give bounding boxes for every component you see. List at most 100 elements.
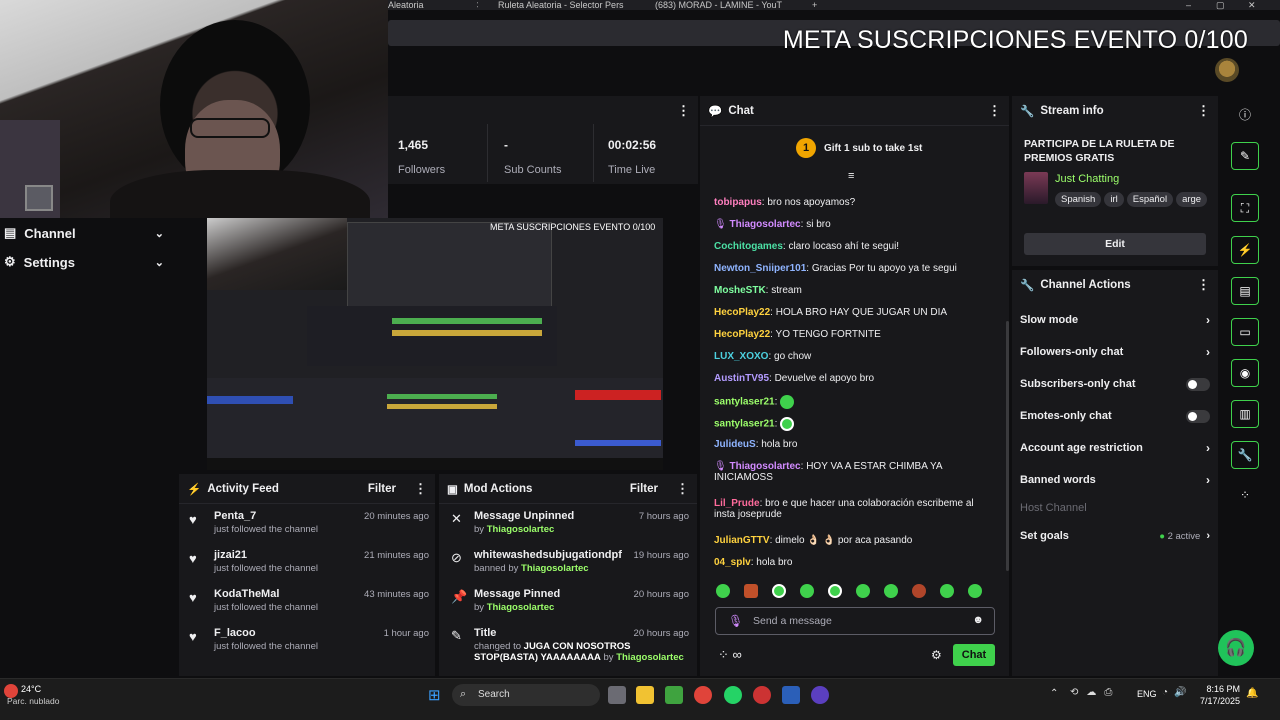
chat-message[interactable]: 🎙 Thiagosolartec: si bro xyxy=(714,219,831,230)
category-thumbnail[interactable] xyxy=(1024,172,1048,204)
notification-bell-icon[interactable]: 🔔 xyxy=(1246,688,1258,699)
close-window-icon[interactable]: ✕ xyxy=(1248,0,1258,10)
emote-icon[interactable] xyxy=(968,584,982,598)
task-view-icon[interactable] xyxy=(608,686,626,704)
more-icon[interactable]: ⋮ xyxy=(1197,103,1210,119)
chat-message[interactable]: 04_splv: hola bro xyxy=(714,557,792,568)
minimize-icon[interactable]: – xyxy=(1186,0,1196,10)
chat-message[interactable]: Cochitogames: claro locaso ahí te segui! xyxy=(714,241,899,252)
wrench-icon[interactable]: 🔧 xyxy=(1231,441,1259,469)
more-icon[interactable]: ⋮ xyxy=(414,481,427,497)
chat-message[interactable]: JulideuS: hola bro xyxy=(714,439,797,450)
stream-preview[interactable] xyxy=(207,218,663,470)
mod-action-item[interactable]: 📌 Message Pinned by Thiagosolartec 20 ho… xyxy=(439,582,697,621)
taskbar-search[interactable]: Search xyxy=(452,684,600,706)
file-explorer-icon[interactable] xyxy=(636,686,654,704)
chat-username[interactable]: MosheSTK xyxy=(714,285,766,296)
nav-channel[interactable]: ▤ Channel ⌄ xyxy=(0,219,178,247)
filter-lines-icon[interactable]: ≡ xyxy=(848,170,854,182)
network-volume-icons[interactable]: ◔🔊 xyxy=(1162,687,1193,698)
layout-icon[interactable]: ▥ xyxy=(1231,400,1259,428)
chat-message[interactable]: 🎙 Thiagosolartec: HOY VA A ESTAR CHIMBA … xyxy=(714,461,943,483)
chat-message[interactable]: Newton_Sniiper101: Gracias Por tu apoyo … xyxy=(714,263,957,274)
emotes-only-toggle[interactable] xyxy=(1186,409,1210,423)
browser-tab[interactable]: (683) MORAD - LAMINE - YouT xyxy=(655,0,805,10)
apps-icon[interactable]: ⁘ xyxy=(1231,482,1259,510)
app-icon[interactable] xyxy=(811,686,829,704)
emote-icon[interactable] xyxy=(772,584,786,598)
chat-username[interactable]: HecoPlay22 xyxy=(714,307,770,318)
chrome-icon[interactable] xyxy=(694,686,712,704)
chat-username[interactable]: tobipapus xyxy=(714,197,762,208)
chat-message[interactable]: HecoPlay22: YO TENGO FORTNITE xyxy=(714,329,881,340)
gear-icon[interactable]: ⚙ xyxy=(931,648,942,662)
emote-icon[interactable] xyxy=(912,584,926,598)
notes-icon[interactable]: ▤ xyxy=(1231,277,1259,305)
more-icon[interactable]: ⋮ xyxy=(988,103,1001,119)
tray-icons[interactable]: ⟲☁⎙ xyxy=(1070,687,1120,698)
emote-icon[interactable] xyxy=(744,584,758,598)
support-chat-icon[interactable]: 🎧 xyxy=(1218,630,1254,666)
chat-scrollbar[interactable] xyxy=(1006,321,1009,571)
broadcast-icon[interactable]: ◉ xyxy=(1231,359,1259,387)
browser-tab[interactable]: Aleatoria ✕ xyxy=(388,0,478,10)
chat-username[interactable]: HecoPlay22 xyxy=(714,329,770,340)
mod-action-item[interactable]: ✕ Message Unpinned by Thiagosolartec 7 h… xyxy=(439,504,697,543)
action-emotes-only[interactable]: Emotes-only chat xyxy=(1012,400,1218,432)
category-link[interactable]: Just Chatting xyxy=(1055,173,1119,185)
maximize-icon[interactable]: ▢ xyxy=(1216,0,1226,10)
chat-send-button[interactable]: Chat xyxy=(953,644,995,666)
chat-message[interactable]: santylaser21: xyxy=(714,395,795,409)
chat-message[interactable]: tobipapus: bro nos apoyamos? xyxy=(714,197,855,208)
word-icon[interactable] xyxy=(782,686,800,704)
chat-message[interactable]: JulianGTTV: dimelo 👌🏻 👌🏻 por aca pasando xyxy=(714,535,912,546)
action-set-goals[interactable]: Set goals ● 2 active › xyxy=(1012,520,1218,552)
chat-username[interactable]: Thiagosolartec xyxy=(729,461,800,472)
emote-icon[interactable] xyxy=(800,584,814,598)
action-account-age[interactable]: Account age restriction › xyxy=(1012,432,1218,464)
chat-username[interactable]: santylaser21 xyxy=(714,397,775,408)
more-icon[interactable]: ⋮ xyxy=(1197,277,1210,293)
feed-item[interactable]: ♥ Penta_7 just followed the channel 20 m… xyxy=(179,504,435,543)
chat-username[interactable]: Lil_Prude xyxy=(714,498,760,509)
action-banned-words[interactable]: Banned words › xyxy=(1012,464,1218,496)
xbox-icon[interactable] xyxy=(665,686,683,704)
whatsapp-icon[interactable] xyxy=(724,686,742,704)
feed-item[interactable]: ♥ KodaTheMal just followed the channel 4… xyxy=(179,582,435,621)
chat-bubble-icon[interactable]: ▭ xyxy=(1231,318,1259,346)
pencil-icon[interactable]: ✎ xyxy=(1231,142,1259,170)
tag-pill[interactable]: irl xyxy=(1104,192,1124,207)
new-tab-icon[interactable]: + xyxy=(812,0,824,10)
windows-start-icon[interactable]: ⊞ xyxy=(428,686,441,704)
emoji-icon[interactable]: ☻ xyxy=(972,614,984,626)
action-slow-mode[interactable]: Slow mode › xyxy=(1012,304,1218,336)
chat-username[interactable]: Newton_Sniiper101 xyxy=(714,263,806,274)
tag-pill[interactable]: Spanish xyxy=(1055,192,1102,207)
nav-settings[interactable]: ⚙ Settings ⌄ xyxy=(0,248,178,276)
user-avatar[interactable] xyxy=(1215,58,1239,82)
filter-button[interactable]: Filter xyxy=(368,483,396,495)
chat-message[interactable]: santylaser21: xyxy=(714,417,795,431)
more-icon[interactable]: ⋮ xyxy=(677,103,690,119)
clock-date[interactable]: 7/17/2025 xyxy=(1198,696,1240,706)
tag-pill[interactable]: arge xyxy=(1176,192,1208,207)
chat-username[interactable]: AustinTV95 xyxy=(714,373,769,384)
gift-badge[interactable]: 1 xyxy=(796,138,816,158)
emote-icon[interactable] xyxy=(940,584,954,598)
feed-item[interactable]: ♥ jizai21 just followed the channel 21 m… xyxy=(179,543,435,582)
badges-icon[interactable]: ⁘ ∞ xyxy=(718,647,742,663)
chat-username[interactable]: JulideuS xyxy=(714,439,756,450)
tray-chevron-icon[interactable]: ⌃ xyxy=(1050,688,1058,699)
clip-icon[interactable]: ⛶ xyxy=(1231,194,1259,222)
chat-message[interactable]: AustinTV95: Devuelve el apoyo bro xyxy=(714,373,874,384)
close-icon[interactable]: ✕ xyxy=(476,0,478,10)
emote-icon[interactable] xyxy=(716,584,730,598)
action-subscribers-only[interactable]: Subscribers-only chat xyxy=(1012,368,1218,400)
chat-input[interactable]: 🎙 Send a message ☻ xyxy=(715,607,995,635)
emote-icon[interactable] xyxy=(884,584,898,598)
action-followers-only[interactable]: Followers-only chat › xyxy=(1012,336,1218,368)
gift-sub-prompt[interactable]: Gift 1 sub to take 1st xyxy=(824,143,922,154)
tag-pill[interactable]: Español xyxy=(1126,192,1174,207)
chat-message[interactable]: MosheSTK: stream xyxy=(714,285,802,296)
chat-username[interactable]: JulianGTTV xyxy=(714,535,770,546)
